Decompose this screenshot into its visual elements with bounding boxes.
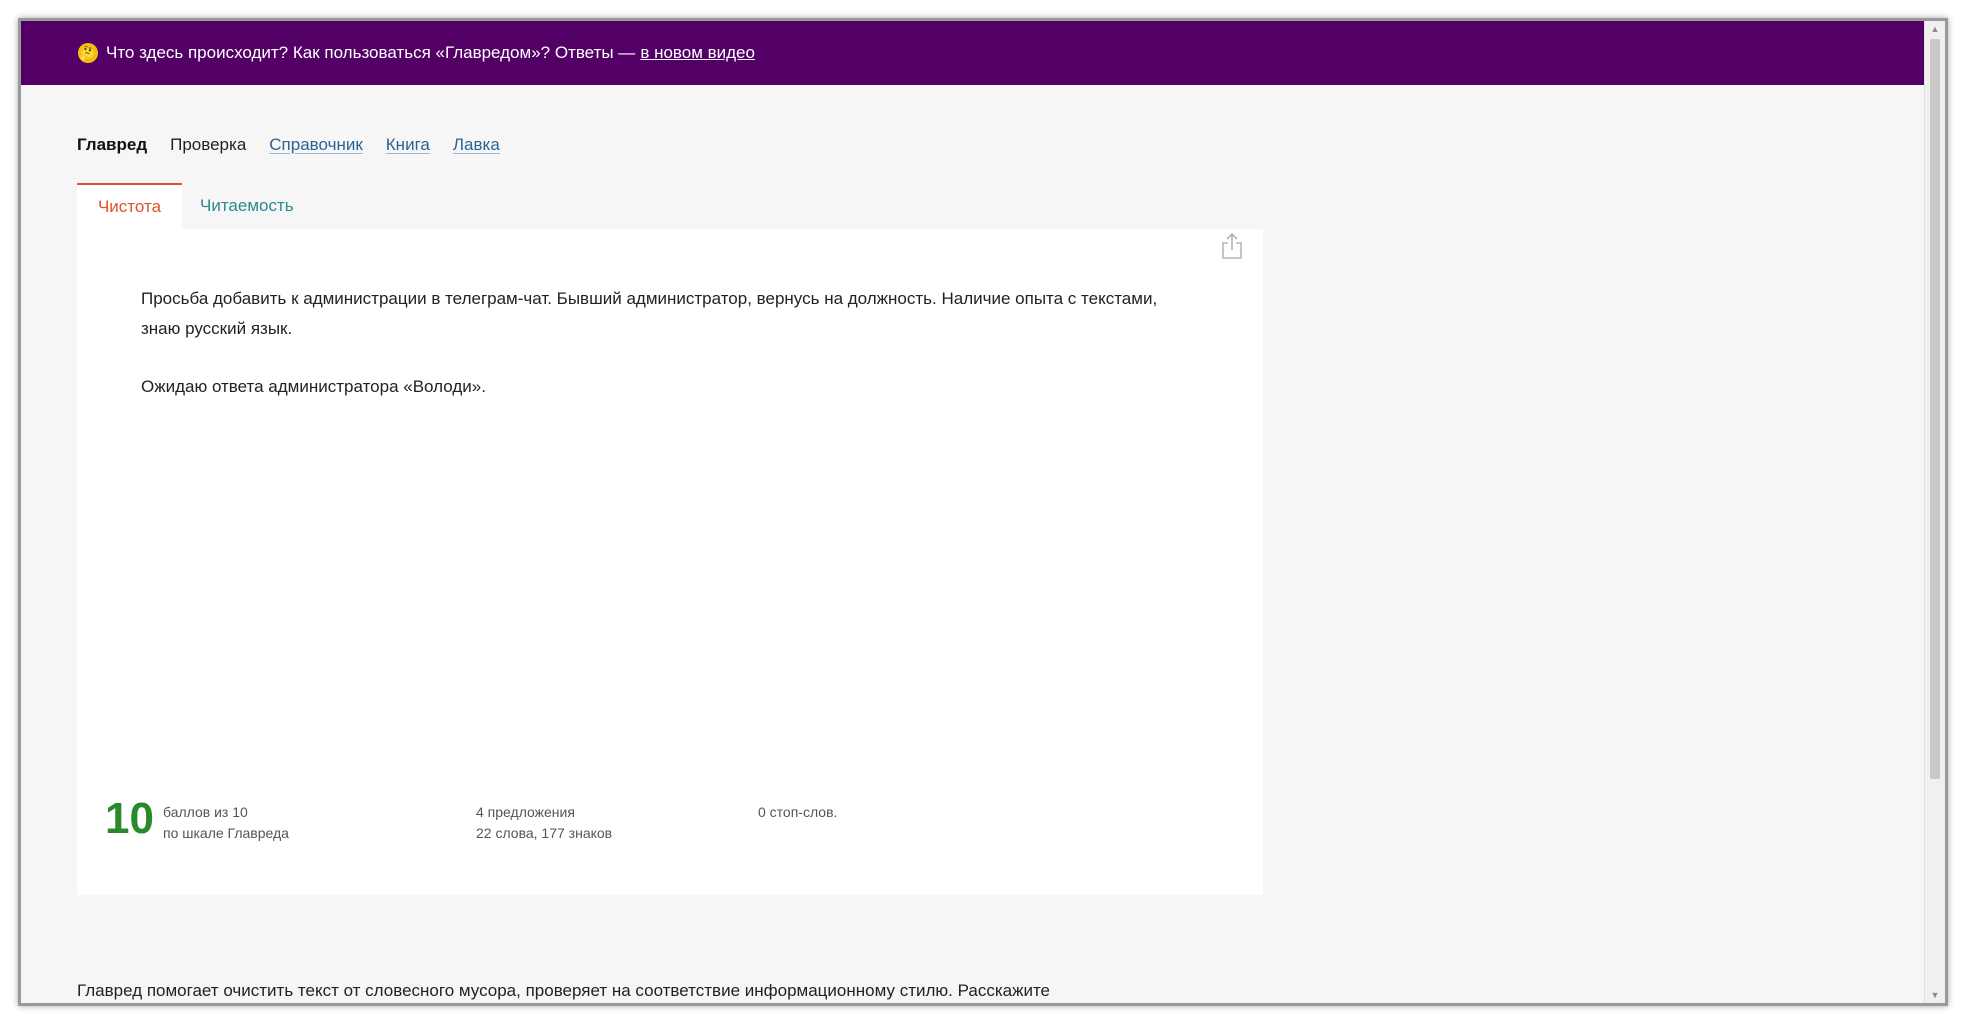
scroll-up-icon[interactable]: ▲ xyxy=(1925,21,1945,37)
nav-item-glavred[interactable]: Главред xyxy=(77,135,147,155)
score-label-line1: баллов из 10 xyxy=(163,804,248,820)
text-counts: 4 предложения 22 слова, 177 знаков xyxy=(476,802,612,844)
word-char-count: 22 слова, 177 знаков xyxy=(476,825,613,841)
announcement-banner: 🤔 Что здесь происходит? Как пользоваться… xyxy=(21,21,1925,85)
nav-item-lavka[interactable]: Лавка xyxy=(453,135,500,155)
page-viewport: 🤔 Что здесь происходит? Как пользоваться… xyxy=(21,21,1925,1003)
text-editor[interactable]: Просьба добавить к администрации в телег… xyxy=(141,284,1161,430)
editor-paragraph: Ожидаю ответа администратора «Володи». xyxy=(141,377,486,396)
score-value: 10 xyxy=(105,794,154,843)
banner-text: Что здесь происходит? Как пользоваться «… xyxy=(106,43,636,62)
editor-panel: Просьба добавить к администрации в телег… xyxy=(77,229,1263,895)
vertical-scrollbar[interactable]: ▲ ▼ xyxy=(1924,21,1945,1003)
stop-words-count: 0 стоп-слов. xyxy=(758,804,838,820)
scroll-down-icon[interactable]: ▼ xyxy=(1925,987,1945,1003)
nav-item-proverka[interactable]: Проверка xyxy=(170,135,246,155)
banner-video-link[interactable]: в новом видео xyxy=(640,43,755,63)
stats-bar: 10 баллов из 10 по шкале Главреда 4 пред… xyxy=(105,794,1205,854)
score-label: баллов из 10 по шкале Главреда xyxy=(163,802,289,844)
nav-item-spravochnik[interactable]: Справочник xyxy=(269,135,363,155)
sentence-count: 4 предложения xyxy=(476,804,575,820)
editor-paragraph: Просьба добавить к администрации в телег… xyxy=(141,289,1158,338)
tab-chitaemost[interactable]: Читаемость xyxy=(182,183,312,229)
browser-window: 🤔 Что здесь происходит? Как пользоваться… xyxy=(18,18,1948,1006)
nav-item-kniga[interactable]: Книга xyxy=(386,135,430,155)
scroll-thumb[interactable] xyxy=(1930,39,1940,779)
score-label-line2: по шкале Главреда xyxy=(163,825,289,841)
description-text: Главред помогает очистить текст от слове… xyxy=(77,981,1051,1000)
thinking-emoji-icon: 🤔 xyxy=(78,43,98,63)
tab-chistota[interactable]: Чистота xyxy=(77,183,182,229)
analysis-tabs: Чистота Читаемость xyxy=(77,183,312,229)
top-navigation: Главред Проверка Справочник Книга Лавка xyxy=(77,135,523,155)
share-icon[interactable] xyxy=(1219,231,1245,261)
